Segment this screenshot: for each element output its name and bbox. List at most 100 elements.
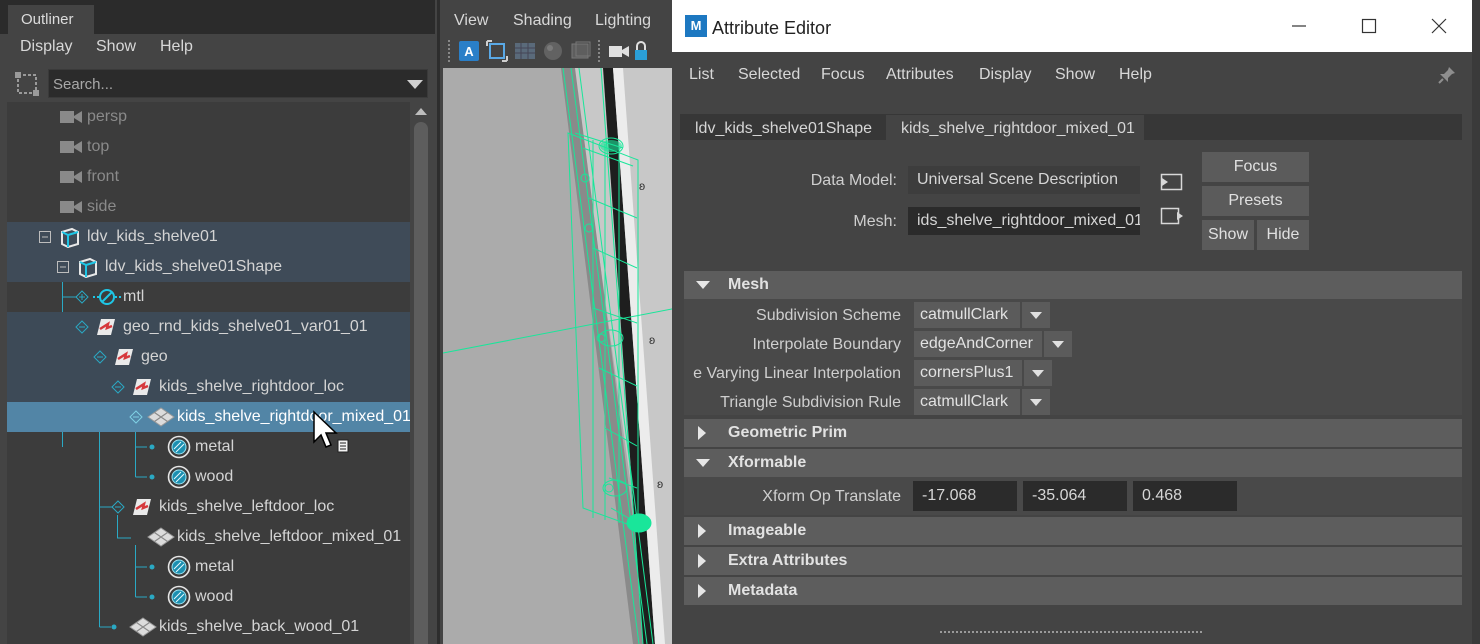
menu-selected[interactable]: Selected xyxy=(738,66,800,84)
menu-attributes[interactable]: Attributes xyxy=(886,66,954,84)
pin-icon[interactable] xyxy=(1438,66,1456,84)
section-imageable[interactable]: Imageable xyxy=(684,517,1462,545)
tree-row-mtl[interactable]: mtl xyxy=(7,282,410,312)
viewport-scene[interactable]: ʚ ʚ ʚ xyxy=(443,68,677,644)
tree-row-label: persp xyxy=(87,108,128,125)
tree-row-back-wood[interactable]: kids_shelve_back_wood_01 xyxy=(7,612,410,642)
tree-row-label: metal xyxy=(195,558,235,575)
triangle-subdivision-label: Triangle Subdivision Rule xyxy=(720,394,901,411)
menu-display[interactable]: Display xyxy=(979,66,1031,84)
menu-lighting[interactable]: Lighting xyxy=(595,12,651,30)
interpolate-boundary-label: Interpolate Boundary xyxy=(752,336,901,353)
hide-button[interactable]: Hide xyxy=(1257,220,1309,250)
frame-all-icon[interactable] xyxy=(486,40,508,62)
tree-row-geo-rnd[interactable]: geo_rnd_kids_shelve01_var01_01 xyxy=(7,312,410,342)
tree-row-metal-2[interactable]: metal xyxy=(7,552,410,582)
tree-row-leftdoor-mixed[interactable]: kids_shelve_leftdoor_mixed_01 xyxy=(7,522,410,552)
svg-text:ʚ: ʚ xyxy=(649,333,655,347)
collapse-diamond-icon[interactable] xyxy=(93,350,107,364)
section-extra-attributes[interactable]: Extra Attributes xyxy=(684,547,1462,575)
ae-tabbar: ldv_kids_shelve01Shape kids_shelve_right… xyxy=(680,114,1462,140)
menu-view[interactable]: View xyxy=(454,12,488,30)
collapse-diamond-icon[interactable] xyxy=(111,500,125,514)
tree-row-label: front xyxy=(87,168,120,185)
grid-icon[interactable] xyxy=(514,40,536,62)
collapse-icon[interactable] xyxy=(57,261,69,273)
section-xformable[interactable]: Xformable xyxy=(684,449,1462,477)
menu-display[interactable]: Display xyxy=(20,38,72,56)
tree-row-leftdoor-loc[interactable]: kids_shelve_leftdoor_loc xyxy=(7,492,410,522)
camera-icon xyxy=(60,171,82,183)
resize-handle[interactable] xyxy=(940,631,1202,633)
collapse-diamond-icon[interactable] xyxy=(75,320,89,334)
expand-diamond-icon[interactable] xyxy=(75,290,89,304)
menu-show[interactable]: Show xyxy=(96,38,136,56)
geomsubset-icon xyxy=(167,555,191,579)
tree-row-side[interactable]: side xyxy=(7,192,410,222)
section-label: Imageable xyxy=(728,522,807,539)
tab-shape[interactable]: ldv_kids_shelve01Shape xyxy=(680,115,878,140)
tree-row-ldv-kids-shelve01[interactable]: ldv_kids_shelve01 xyxy=(7,222,410,252)
mesh-attributes: Subdivision Scheme catmullClark Interpol… xyxy=(684,299,1462,415)
presets-button[interactable]: Presets xyxy=(1202,186,1309,216)
collapsed-arrow-icon xyxy=(698,426,706,440)
section-metadata[interactable]: Metadata xyxy=(684,577,1462,605)
focus-button[interactable]: Focus xyxy=(1202,152,1309,182)
camera-icon xyxy=(60,141,82,153)
menu-shading[interactable]: Shading xyxy=(513,12,572,30)
usd-proxy-icon xyxy=(79,257,97,278)
outliner-filter-icon[interactable] xyxy=(14,71,40,97)
tree-row-geo[interactable]: geo xyxy=(7,342,410,372)
section-label: Mesh xyxy=(728,276,769,293)
lock-icon[interactable] xyxy=(630,40,652,62)
collapse-diamond-icon[interactable] xyxy=(111,380,125,394)
search-field[interactable] xyxy=(48,69,428,98)
outliner-scrollbar[interactable] xyxy=(410,102,432,644)
section-geometric-prim[interactable]: Geometric Prim xyxy=(684,419,1462,447)
output-connection-icon[interactable] xyxy=(1160,206,1184,226)
show-button[interactable]: Show xyxy=(1202,220,1254,250)
tree-row-persp[interactable]: persp xyxy=(7,102,410,132)
collapsed-arrow-icon xyxy=(698,524,706,538)
collapse-icon[interactable] xyxy=(39,231,51,243)
tree-row-top[interactable]: top xyxy=(7,132,410,162)
mesh-name-field[interactable]: ids_shelve_rightdoor_mixed_01 xyxy=(908,207,1140,235)
menu-help[interactable]: Help xyxy=(1119,66,1152,84)
translate-y-field[interactable]: -35.064 xyxy=(1023,481,1127,511)
svg-text:A: A xyxy=(464,44,474,59)
translate-z-field[interactable]: 0.468 xyxy=(1133,481,1237,511)
menu-help[interactable]: Help xyxy=(160,38,193,56)
ae-titlebar[interactable]: M Attribute Editor xyxy=(672,0,1472,52)
wireframe-icon[interactable] xyxy=(570,40,592,62)
minimize-icon[interactable] xyxy=(1284,14,1314,38)
translate-x-field[interactable]: -17.068 xyxy=(913,481,1017,511)
shaded-icon[interactable] xyxy=(542,40,564,62)
tree-row-rightdoor-loc[interactable]: kids_shelve_rightdoor_loc xyxy=(7,372,410,402)
ae-menubar: List Selected Focus Attributes Display S… xyxy=(672,62,1472,90)
camera-attr-icon[interactable] xyxy=(608,40,630,62)
input-connection-icon[interactable] xyxy=(1160,172,1184,192)
toolbar-separator xyxy=(598,40,601,62)
tab-prim[interactable]: kids_shelve_rightdoor_mixed_01 xyxy=(886,115,1144,140)
menu-focus[interactable]: Focus xyxy=(821,66,865,84)
chevron-down-icon xyxy=(1044,331,1072,357)
maximize-icon[interactable] xyxy=(1354,14,1384,38)
search-dropdown-icon[interactable] xyxy=(407,80,423,89)
xform-icon xyxy=(133,499,151,515)
tree-row-front[interactable]: front xyxy=(7,162,410,192)
collapse-diamond-icon[interactable] xyxy=(129,410,143,424)
search-input[interactable] xyxy=(53,72,393,96)
tree-row-wood-2[interactable]: wood xyxy=(7,582,410,612)
select-camera-icon[interactable]: A xyxy=(458,40,480,62)
outliner-tab[interactable]: Outliner xyxy=(8,5,94,34)
leaf-dot-icon xyxy=(149,564,155,570)
menu-list[interactable]: List xyxy=(689,66,714,84)
close-icon[interactable] xyxy=(1424,14,1454,38)
scroll-up-icon[interactable] xyxy=(415,108,427,115)
material-scope-icon xyxy=(93,289,121,305)
tree-row-wood-1[interactable]: wood xyxy=(7,462,410,492)
scroll-thumb[interactable] xyxy=(414,122,428,644)
menu-show[interactable]: Show xyxy=(1055,66,1095,84)
tree-row-ldv-kids-shelve01shape[interactable]: ldv_kids_shelve01Shape xyxy=(7,252,410,282)
section-mesh[interactable]: Mesh xyxy=(684,271,1462,299)
